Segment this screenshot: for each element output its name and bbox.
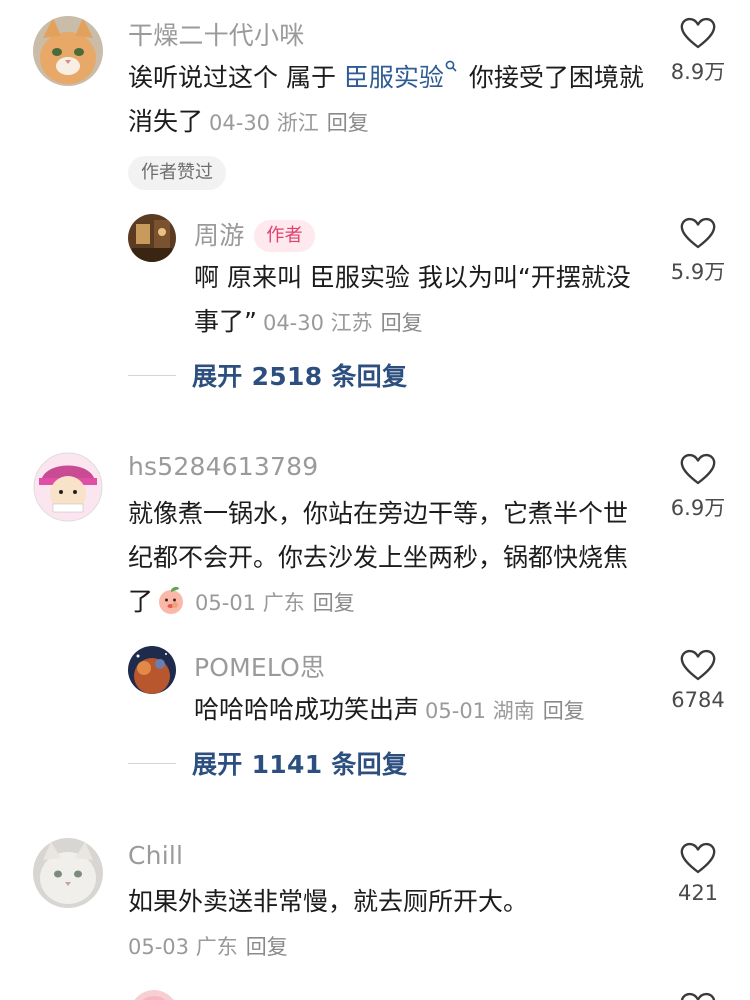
author-liked-badge: 作者赞过	[128, 156, 226, 190]
topic-link[interactable]: 臣服实验	[344, 63, 444, 92]
expand-replies-label[interactable]: 展开 2518 条回复	[192, 357, 407, 393]
like-button[interactable]: 6784	[658, 649, 738, 712]
username[interactable]: hs5284613789	[128, 452, 318, 481]
reply-button[interactable]: 回复	[543, 699, 585, 723]
comment-date: 05-03	[128, 935, 190, 959]
comment-meta: 04-30 浙江 回复	[209, 111, 369, 135]
comment-text-part: 诶听说过这个 属于	[128, 63, 344, 92]
expand-replies-button[interactable]: 展开 2518 条回复	[128, 358, 407, 392]
comment-meta: 05-01 广东 回复	[195, 591, 355, 615]
reply-username: 周游 作者	[194, 216, 315, 252]
reply-text-content: 哈哈哈哈成功笑出声	[194, 695, 420, 724]
like-button[interactable]: 8.9万	[658, 17, 738, 86]
like-count: 6784	[671, 688, 725, 712]
comment-text: 如果外卖送非常慢，就去厕所开大。	[128, 887, 529, 916]
avatar[interactable]	[33, 838, 103, 908]
reply-text: 啊 原来叫 臣服实验 我以为叫“开摆就没事了” 04-30 江苏 回复	[194, 256, 644, 345]
reply-date: 05-01	[425, 699, 487, 723]
like-button[interactable]: 421	[658, 842, 738, 905]
like-button[interactable]: 6.9万	[658, 453, 738, 522]
expand-replies-button[interactable]: 展开 1141 条回复	[128, 746, 407, 780]
like-button[interactable]	[658, 992, 738, 1000]
avatar[interactable]	[128, 646, 176, 694]
like-count: 5.9万	[670, 260, 726, 284]
reply-meta: 05-01 湖南 回复	[425, 699, 585, 723]
comment-location: 浙江	[276, 111, 319, 135]
expand-replies-label[interactable]: 展开 1141 条回复	[192, 745, 407, 781]
avatar[interactable]	[33, 16, 103, 86]
reply-location: 江苏	[330, 311, 373, 335]
peach-emoji-icon	[159, 586, 184, 614]
avatar[interactable]	[128, 214, 176, 262]
divider	[128, 762, 176, 764]
like-count: 6.9万	[670, 496, 726, 520]
username[interactable]: Chill	[128, 841, 183, 870]
heart-icon[interactable]	[680, 453, 716, 486]
reply-date: 04-30	[262, 311, 324, 335]
reply-button[interactable]: 回复	[246, 935, 288, 959]
heart-icon[interactable]	[680, 217, 716, 250]
avatar[interactable]	[33, 452, 103, 522]
reply-button[interactable]: 回复	[327, 111, 369, 135]
author-tag: 作者	[254, 220, 315, 252]
like-count: 8.9万	[670, 60, 726, 84]
comment-location: 广东	[262, 591, 305, 615]
like-count: 421	[677, 881, 719, 905]
reply-button[interactable]: 回复	[381, 311, 423, 335]
comment-date: 05-01	[195, 591, 257, 615]
comment-date: 04-30	[209, 111, 271, 135]
heart-icon[interactable]	[680, 842, 716, 875]
comment-meta-inner: 05-03 广东 回复	[128, 935, 288, 959]
heart-icon[interactable]	[680, 992, 716, 1000]
reply-button[interactable]: 回复	[313, 591, 355, 615]
search-icon	[445, 60, 457, 72]
comment-list: 干燥二十代小咪 诶听说过这个 属于 臣服实验 你接受了困境就消失了 04-30 浙…	[0, 0, 750, 1000]
comment-text: 诶听说过这个 属于 臣服实验 你接受了困境就消失了 04-30 浙江 回复	[128, 56, 648, 145]
comment-meta: 05-03 广东 回复	[128, 924, 648, 969]
reply-location: 湖南	[492, 699, 535, 723]
divider	[128, 374, 176, 376]
like-button[interactable]: 5.9万	[658, 217, 738, 286]
reply-meta: 04-30 江苏 回复	[263, 311, 423, 335]
comment-text: 就像煮一锅水，你站在旁边干等，它煮半个世纪都不会开。你去沙发上坐两秒，锅都快烧焦…	[128, 492, 638, 625]
heart-icon[interactable]	[680, 17, 716, 50]
username[interactable]: 周游	[194, 221, 244, 250]
comment-location: 广东	[195, 935, 238, 959]
avatar[interactable]	[130, 990, 178, 1000]
heart-icon[interactable]	[680, 649, 716, 682]
username[interactable]: POMELO思	[194, 648, 325, 684]
username[interactable]: 干燥二十代小咪	[128, 16, 304, 52]
reply-text: 哈哈哈哈成功笑出声 05-01 湖南 回复	[194, 688, 664, 733]
